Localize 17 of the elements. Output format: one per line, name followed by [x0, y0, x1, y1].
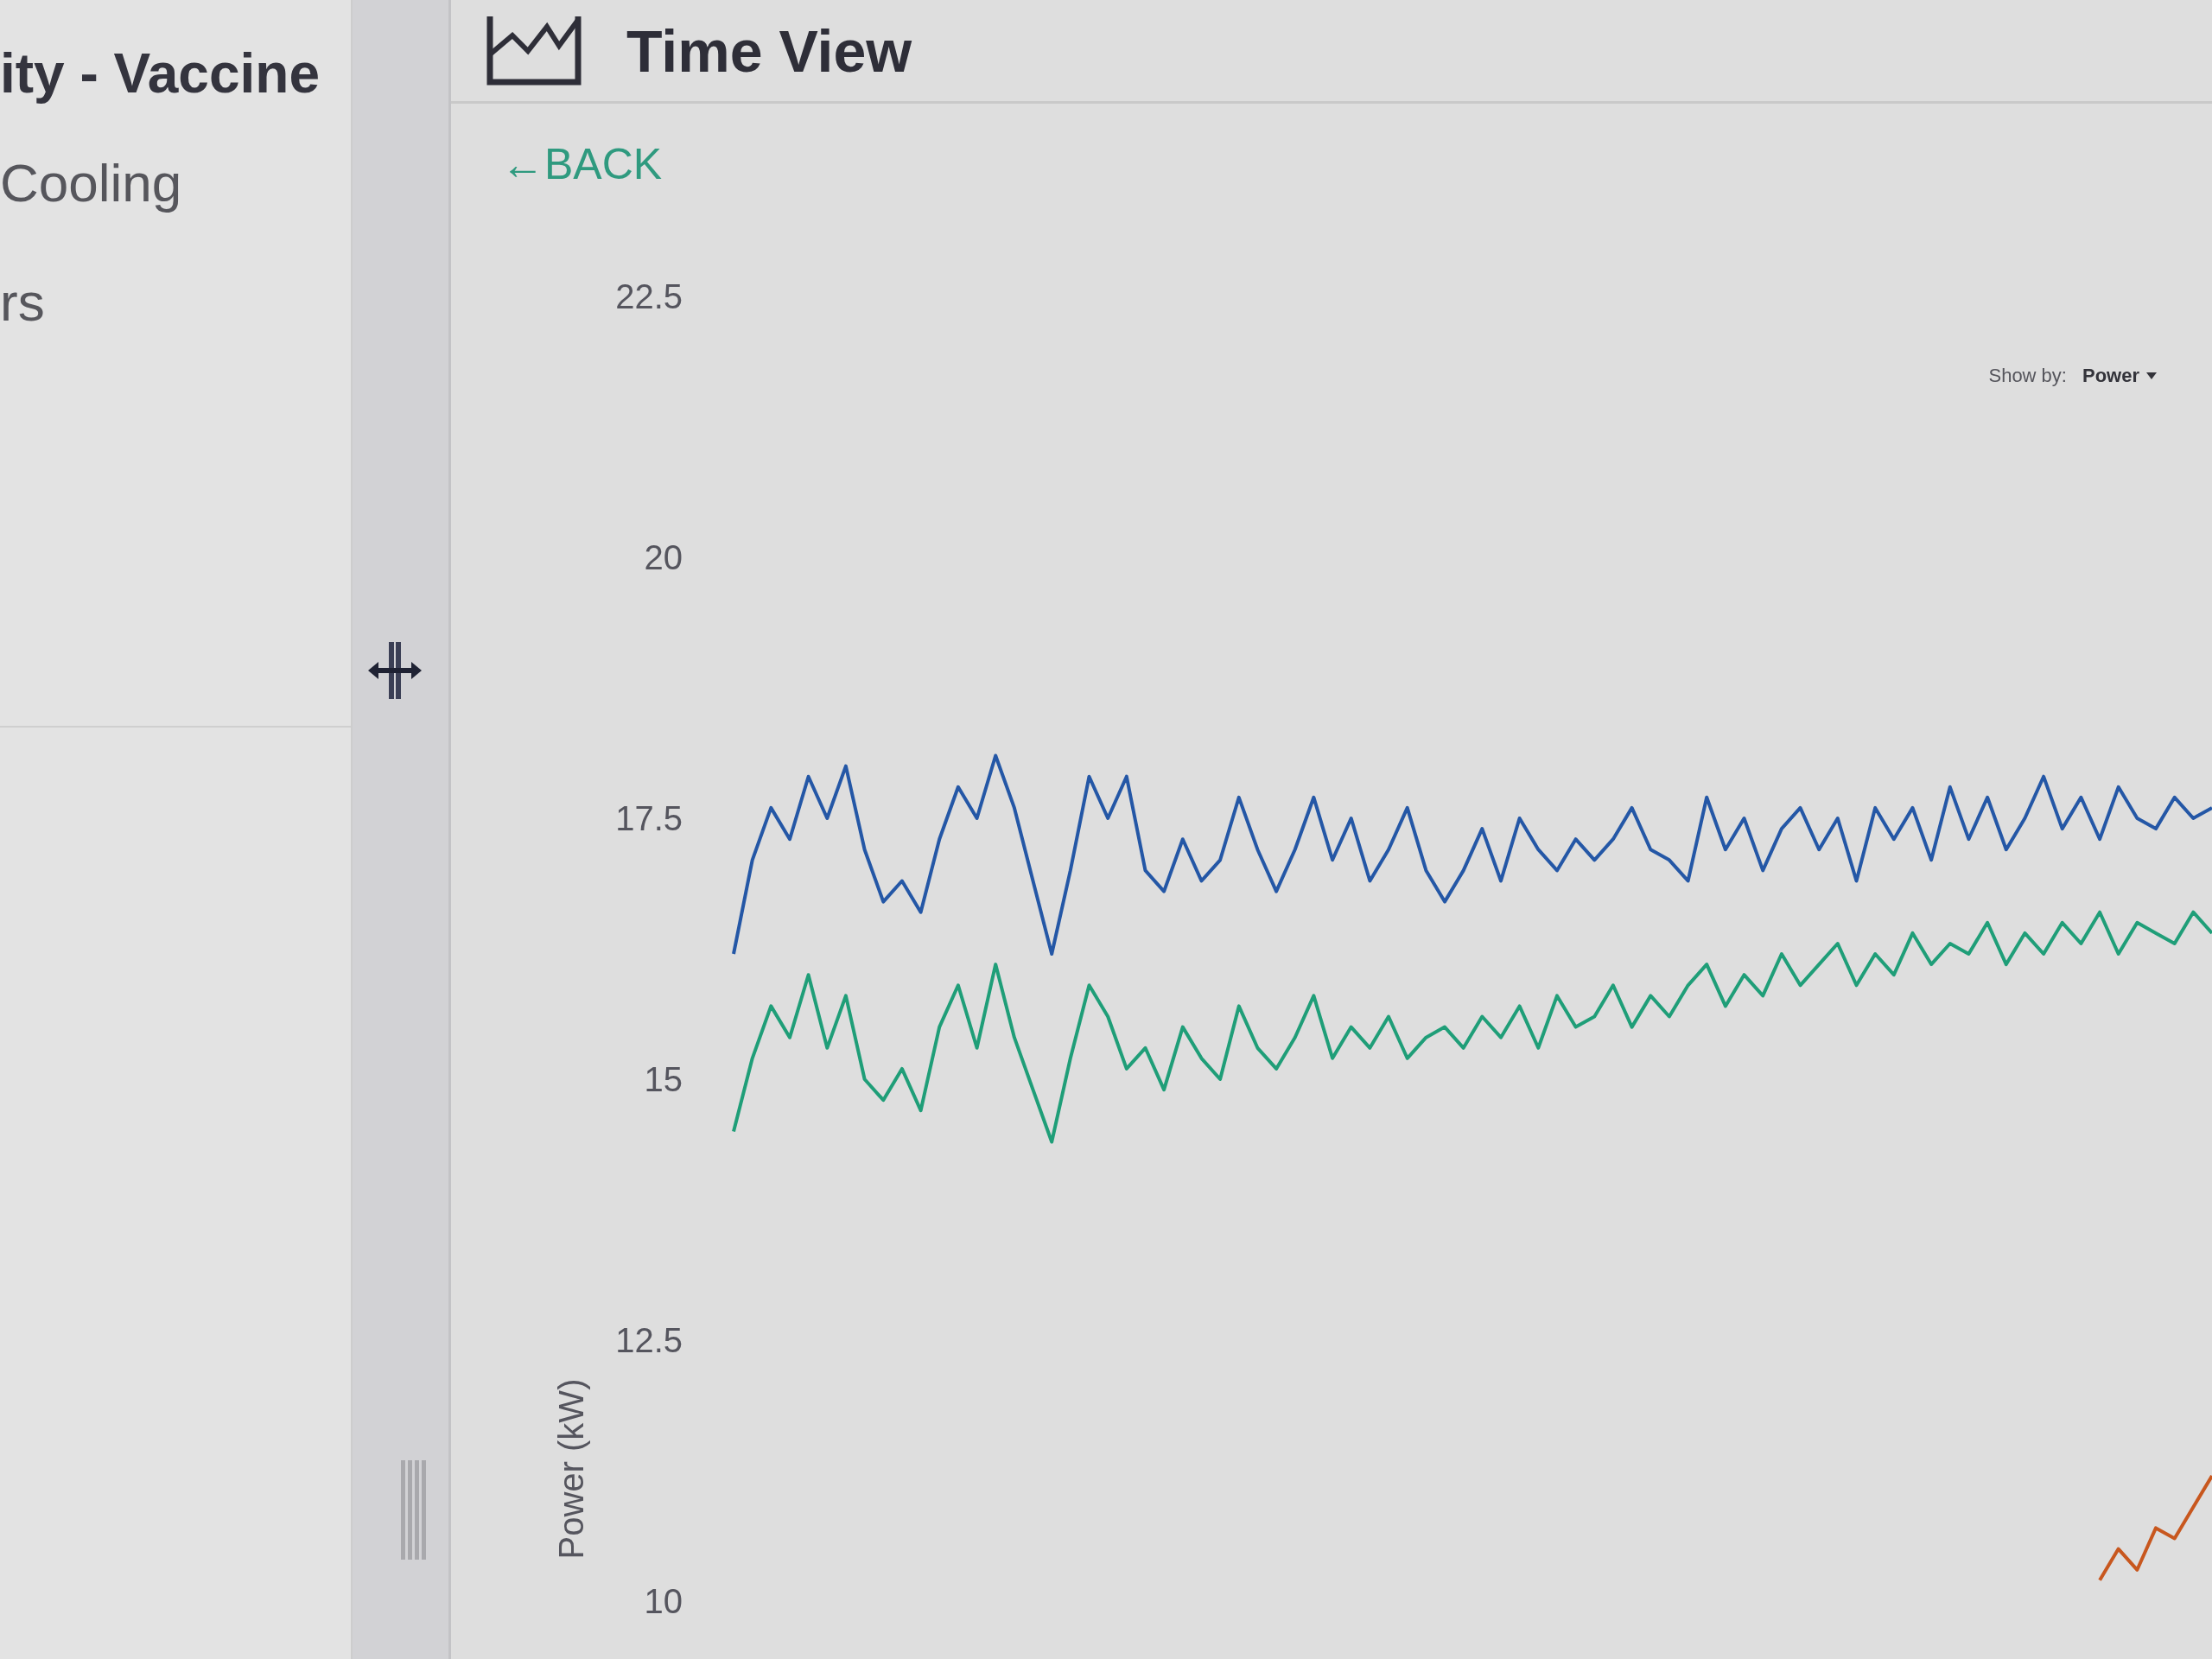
- panel-title: Time View: [626, 16, 912, 85]
- caret-icon: [2146, 372, 2157, 379]
- grip-icon[interactable]: [400, 1460, 427, 1560]
- axis-tick-label: 22.5: [615, 277, 683, 315]
- axis-tick-label: 12.5: [615, 1321, 683, 1359]
- line-chart-icon: [486, 16, 582, 86]
- resize-cursor-icon: [367, 642, 422, 699]
- axis-tick-label: 20: [644, 538, 683, 576]
- sidebar-item[interactable]: rs: [0, 268, 351, 337]
- show-by-label: Show by:: [1988, 365, 2067, 387]
- sidebar-title: ity - Vaccine: [0, 41, 321, 106]
- axis-tick-label: 17.5: [615, 799, 683, 837]
- sidebar-item[interactable]: Cooling: [0, 149, 351, 218]
- axis-tick-label: 15: [644, 1060, 683, 1098]
- show-by-dropdown[interactable]: Power: [2078, 363, 2160, 389]
- axis-tick-label: 10: [644, 1582, 683, 1620]
- axis-title: Power (kW): [552, 1378, 590, 1560]
